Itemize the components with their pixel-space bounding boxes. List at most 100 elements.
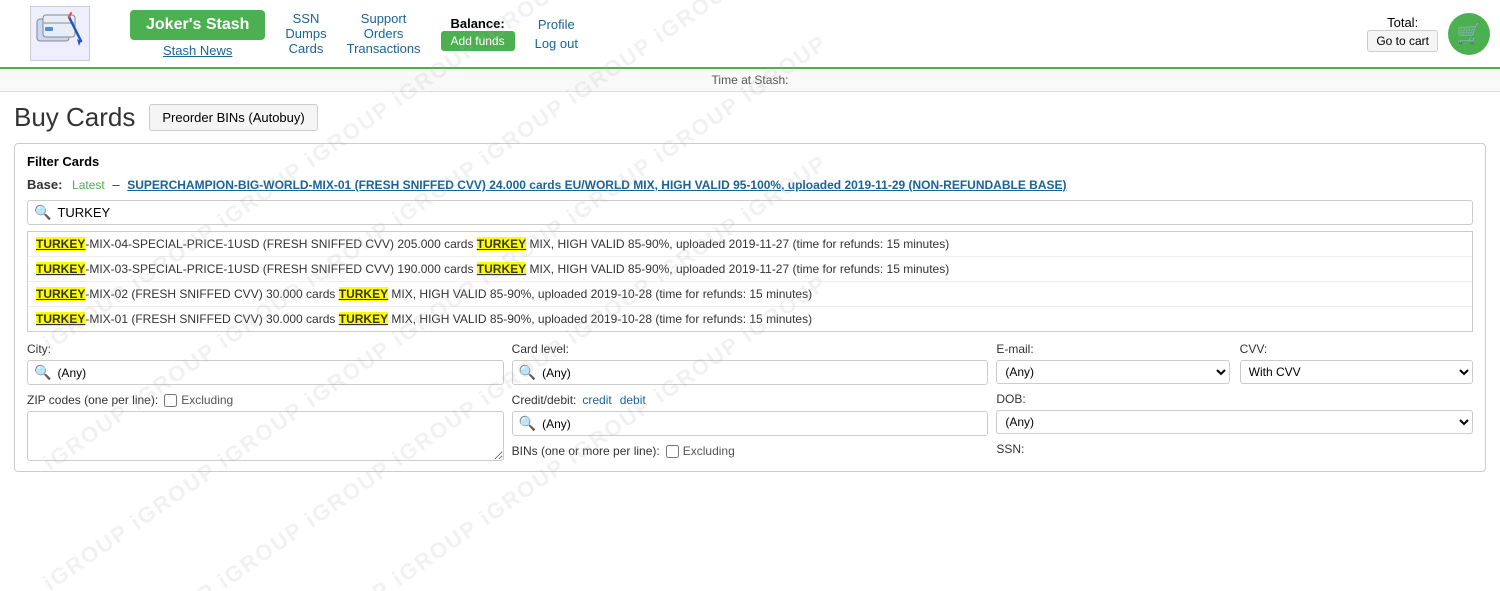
highlight-text-2: TURKEY — [339, 312, 388, 326]
go-to-cart-button[interactable]: Go to cart — [1367, 30, 1438, 52]
highlight-text-2: TURKEY — [477, 262, 526, 276]
time-label: Time at Stash: — [712, 73, 789, 87]
dob-select[interactable]: (Any) — [996, 410, 1473, 434]
filter-col-3: E-mail: (Any) CVV: With CVV DOB: — [996, 342, 1473, 461]
credit-debit-links: credit debit — [582, 393, 645, 407]
logo-area — [10, 6, 110, 61]
base-search-input[interactable] — [57, 205, 1466, 220]
base-dash: – — [112, 177, 119, 192]
card-level-search-icon: 🔍 — [519, 364, 536, 381]
card-level-group: Card level: 🔍 — [512, 342, 989, 385]
filter-col-1: City: 🔍 ZIP codes (one per line): Exclud… — [27, 342, 504, 461]
logo-icon — [30, 6, 90, 61]
time-bar: Time at Stash: — [0, 69, 1500, 92]
cart-icon[interactable]: 🛒 — [1448, 13, 1490, 55]
highlight-text: TURKEY — [36, 312, 85, 326]
ssn-dumps-nav: SSN Dumps Cards — [285, 11, 326, 56]
card-level-search-row: 🔍 — [512, 360, 989, 385]
email-label: E-mail: — [996, 342, 1229, 356]
highlight-text: TURKEY — [36, 287, 85, 301]
balance-label: Balance: — [450, 16, 504, 31]
filter-col-2: Card level: 🔍 Credit/debit: credit debit — [512, 342, 989, 461]
bins-label: BINs (one or more per line): — [512, 444, 660, 458]
bins-group: BINs (one or more per line): Excluding — [512, 444, 989, 458]
zip-excluding-checkbox[interactable] — [164, 394, 177, 407]
city-search-row: 🔍 — [27, 360, 504, 385]
highlight-text-2: TURKEY — [477, 237, 526, 251]
profile-link[interactable]: Profile — [538, 17, 575, 32]
bins-excluding-label[interactable]: Excluding — [666, 444, 735, 458]
total-area: Total: Go to cart 🛒 — [1367, 13, 1490, 55]
cvv-group: CVV: With CVV — [1240, 342, 1473, 384]
credit-debit-search-row: 🔍 — [512, 411, 989, 436]
bins-label-row: BINs (one or more per line): Excluding — [512, 444, 989, 458]
cvv-select[interactable]: With CVV — [1240, 360, 1473, 384]
base-latest-link[interactable]: Latest — [72, 178, 105, 192]
filter-title: Filter Cards — [27, 154, 1473, 169]
zip-excluding-text: Excluding — [181, 393, 233, 407]
total-label: Total: Go to cart — [1367, 15, 1438, 52]
total-text: Total: — [1387, 15, 1418, 30]
zip-group: ZIP codes (one per line): Excluding — [27, 393, 504, 461]
card-level-input[interactable] — [542, 366, 981, 380]
ssn-group: SSN: — [996, 442, 1473, 456]
dumps-link[interactable]: Dumps — [285, 26, 326, 41]
zip-textarea[interactable] — [27, 411, 504, 461]
base-label: Base: — [27, 177, 62, 192]
joker-stash-button[interactable]: Joker's Stash — [130, 10, 265, 40]
dropdown-item[interactable]: TURKEY-MIX-01 (FRESH SNIFFED CVV) 30.000… — [28, 307, 1472, 331]
page-title: Buy Cards — [14, 102, 135, 133]
base-search-row: 🔍 — [27, 200, 1473, 225]
card-level-label: Card level: — [512, 342, 989, 356]
stash-news-link[interactable]: Stash News — [163, 43, 232, 58]
base-selected-link[interactable]: SUPERCHAMPION-BIG-WORLD-MIX-01 (FRESH SN… — [127, 178, 1066, 192]
dropdown-item[interactable]: TURKEY-MIX-03-SPECIAL-PRICE-1USD (FRESH … — [28, 257, 1472, 282]
city-group: City: 🔍 — [27, 342, 504, 385]
highlight-text-2: TURKEY — [339, 287, 388, 301]
support-orders-nav: Support Orders Transactions — [347, 11, 421, 56]
highlight-text: TURKEY — [36, 237, 85, 251]
zip-label: ZIP codes (one per line): — [27, 393, 158, 407]
ssn-link[interactable]: SSN — [293, 11, 320, 26]
email-cvv-row: E-mail: (Any) CVV: With CVV — [996, 342, 1473, 384]
zip-excluding-label[interactable]: Excluding — [164, 393, 233, 407]
zip-label-row: ZIP codes (one per line): Excluding — [27, 393, 504, 407]
dropdown-item[interactable]: TURKEY-MIX-04-SPECIAL-PRICE-1USD (FRESH … — [28, 232, 1472, 257]
logout-link[interactable]: Log out — [535, 36, 578, 51]
credit-debit-label: Credit/debit: — [512, 393, 577, 407]
balance-area: Balance: Add funds — [441, 16, 515, 51]
page-title-row: Buy Cards Preorder BINs (Autobuy) — [14, 102, 1486, 133]
dropdown-item[interactable]: TURKEY-MIX-02 (FRESH SNIFFED CVV) 30.000… — [28, 282, 1472, 307]
main-content: Buy Cards Preorder BINs (Autobuy) Filter… — [0, 92, 1500, 482]
credit-debit-icon: 🔍 — [519, 415, 536, 432]
credit-debit-label-row: Credit/debit: credit debit — [512, 393, 989, 407]
orders-link[interactable]: Orders — [364, 26, 404, 41]
bins-excluding-checkbox[interactable] — [666, 445, 679, 458]
city-search-icon: 🔍 — [34, 364, 51, 381]
support-link[interactable]: Support — [361, 11, 407, 26]
filter-fields: City: 🔍 ZIP codes (one per line): Exclud… — [27, 342, 1473, 461]
city-label: City: — [27, 342, 504, 356]
filter-box: Filter Cards Base: Latest – SUPERCHAMPIO… — [14, 143, 1486, 472]
header: Joker's Stash Stash News SSN Dumps Cards… — [0, 0, 1500, 69]
dropdown-results[interactable]: TURKEY-MIX-04-SPECIAL-PRICE-1USD (FRESH … — [27, 231, 1473, 332]
cvv-label: CVV: — [1240, 342, 1473, 356]
email-group: E-mail: (Any) — [996, 342, 1229, 384]
transactions-link[interactable]: Transactions — [347, 41, 421, 56]
preorder-button[interactable]: Preorder BINs (Autobuy) — [149, 104, 317, 131]
city-input[interactable] — [57, 366, 496, 380]
email-select[interactable]: (Any) — [996, 360, 1229, 384]
ssn-label: SSN: — [996, 442, 1473, 456]
search-icon: 🔍 — [34, 204, 51, 221]
add-funds-button[interactable]: Add funds — [441, 31, 515, 51]
highlight-text: TURKEY — [36, 262, 85, 276]
bins-excluding-text: Excluding — [683, 444, 735, 458]
dob-group: DOB: (Any) — [996, 392, 1473, 434]
base-row: Base: Latest – SUPERCHAMPION-BIG-WORLD-M… — [27, 177, 1473, 192]
credit-debit-input[interactable] — [542, 417, 981, 431]
profile-logout-area: Profile Log out — [535, 17, 578, 51]
debit-link[interactable]: debit — [620, 393, 646, 407]
cards-link[interactable]: Cards — [289, 41, 324, 56]
credit-debit-group: Credit/debit: credit debit 🔍 — [512, 393, 989, 436]
credit-link[interactable]: credit — [582, 393, 611, 407]
